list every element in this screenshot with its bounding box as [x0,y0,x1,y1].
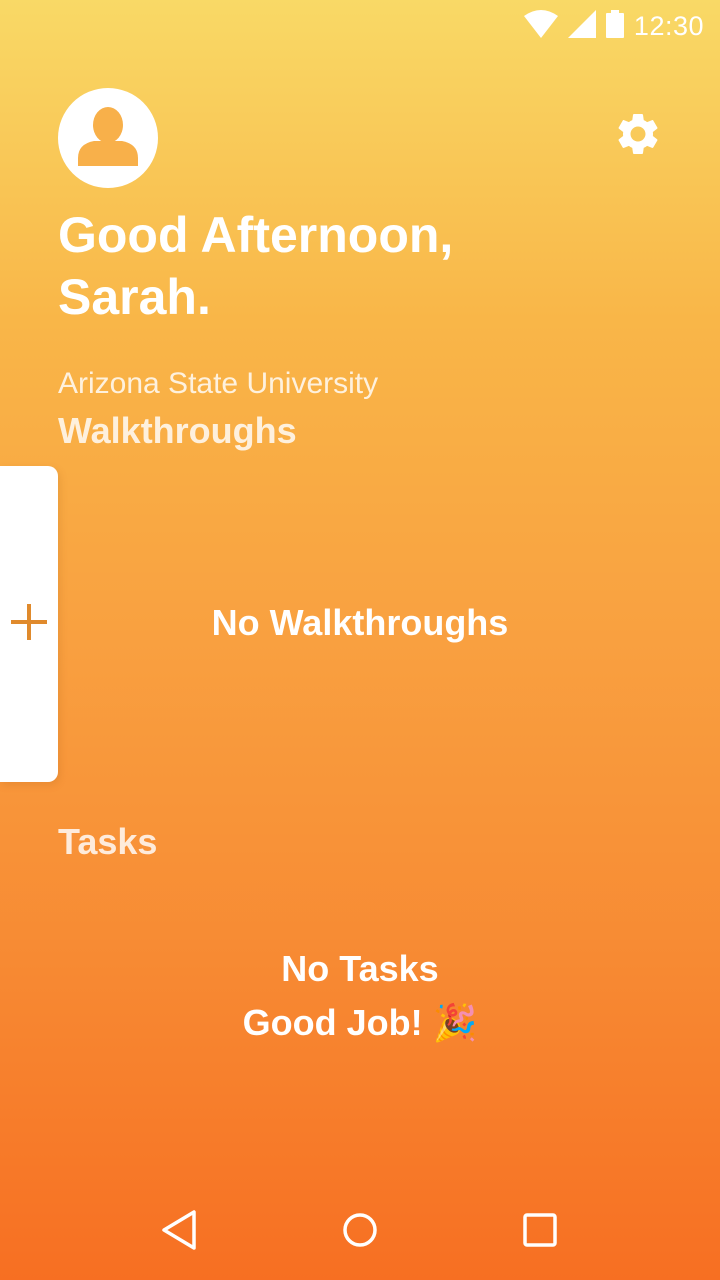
greeting-line-1: Good Afternoon, [58,207,454,263]
navigation-bar [0,1184,720,1280]
gear-icon [613,109,663,164]
person-icon [74,106,142,171]
no-tasks-text: No Tasks [281,948,439,989]
recents-button[interactable] [510,1202,570,1262]
recents-square-icon [522,1212,558,1253]
battery-icon [605,10,624,43]
wifi-icon [523,10,558,43]
good-job-text: Good Job! 🎉 [242,1002,478,1043]
avatar[interactable] [58,88,158,188]
back-triangle-icon [160,1209,200,1256]
greeting: Good Afternoon, Sarah. [58,204,618,328]
tasks-title: Tasks [58,821,158,862]
signal-icon [567,10,596,43]
status-bar: 12:30 [0,0,720,52]
home-button[interactable] [330,1202,390,1262]
settings-button[interactable] [612,110,664,162]
home-circle-icon [342,1212,378,1253]
no-tasks-message: No Tasks Good Job! 🎉 [0,942,720,1050]
back-button[interactable] [150,1202,210,1262]
walkthroughs-title: Walkthroughs [58,410,297,451]
organization-name: Arizona State University [58,367,379,400]
no-walkthroughs-text: No Walkthroughs [211,602,509,643]
status-icons: 12:30 [523,10,704,43]
status-time: 12:30 [633,11,704,41]
greeting-line-2: Sarah. [58,269,211,325]
